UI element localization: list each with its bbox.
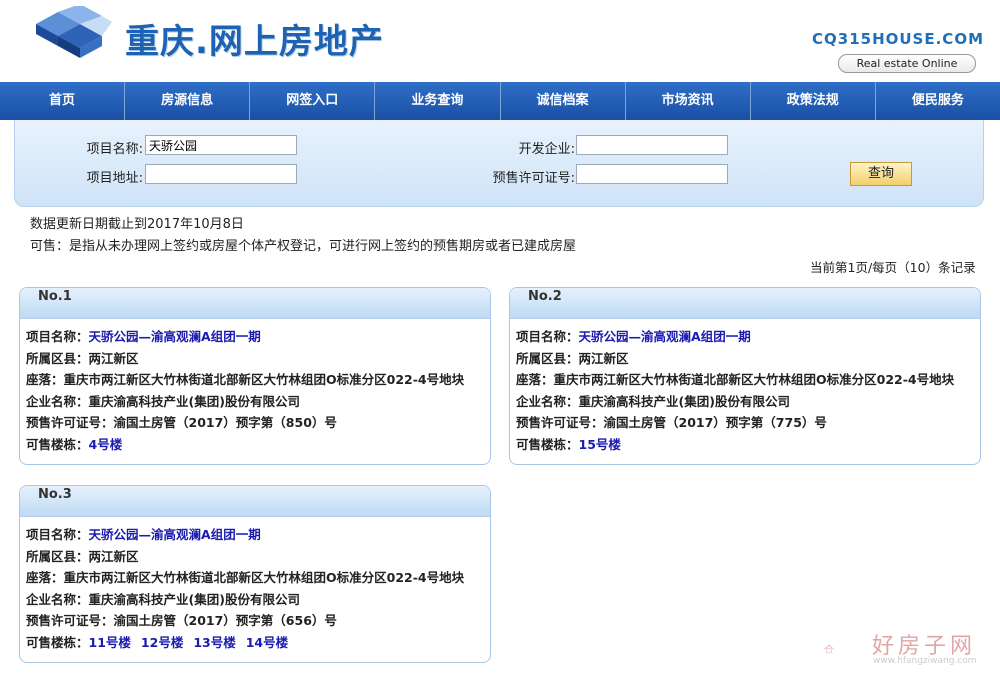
- district-value: 两江新区: [88, 351, 139, 366]
- permit-row: 预售许可证号：渝国土房管（2017）预字第（775）号: [516, 412, 827, 431]
- district-label: 所属区县：: [26, 549, 89, 564]
- nav-credit-records[interactable]: 诚信档案: [501, 82, 626, 120]
- permit-label: 预售许可证号：: [26, 613, 114, 628]
- company-row: 企业名称：重庆渝高科技产业(集团)股份有限公司: [26, 589, 300, 608]
- company-value: 重庆渝高科技产业(集团)股份有限公司: [88, 394, 300, 409]
- company-value: 重庆渝高科技产业(集团)股份有限公司: [88, 592, 300, 607]
- buildings-label: 可售楼栋：: [26, 437, 89, 452]
- district-label: 所属区县：: [26, 351, 89, 366]
- available-definition-text: 可售：是指从未办理网上签约或房屋个体产权登记，可进行网上签约的预售期房或者已建成…: [30, 239, 577, 254]
- project-link[interactable]: 天骄公园—渝高观澜A组团一期: [89, 527, 261, 542]
- main-nav: 首页 房源信息 网签入口 业务查询 诚信档案 市场资讯 政策法规 便民服务: [0, 82, 1000, 120]
- project-label: 项目名称：: [516, 329, 579, 344]
- project-name-label: 项目名称:: [86, 142, 143, 157]
- company-label: 企业名称：: [516, 394, 579, 409]
- project-address-input[interactable]: [145, 164, 297, 184]
- card-header: [510, 288, 980, 319]
- permit-label: 预售许可证号：: [26, 415, 114, 430]
- result-number: No.3: [38, 487, 72, 502]
- location-value: 重庆市两江新区大竹林街道北部新区大竹林组团O标准分区022-4号地块: [553, 372, 955, 387]
- permit-label: 预售许可证号：: [516, 415, 604, 430]
- house-watermark-icon: [823, 644, 835, 654]
- building-link[interactable]: 11号楼: [89, 635, 131, 650]
- buildings-row: 可售楼栋：4号楼: [26, 434, 132, 453]
- district-row: 所属区县：两江新区: [26, 546, 139, 565]
- result-card: No.1 项目名称：天骄公园—渝高观澜A组团一期 所属区县：两江新区 座落：重庆…: [19, 287, 491, 465]
- project-link[interactable]: 天骄公园—渝高观澜A组团一期: [579, 329, 751, 344]
- result-number: No.2: [528, 289, 562, 304]
- site-tagline: Real estate Online: [838, 54, 976, 73]
- location-row: 座落：重庆市两江新区大竹林街道北部新区大竹林组团O标准分区022-4号地块: [26, 567, 464, 586]
- company-row: 企业名称：重庆渝高科技产业(集团)股份有限公司: [516, 391, 790, 410]
- logo-cubes-icon[interactable]: [28, 6, 114, 64]
- location-label: 座落：: [26, 570, 64, 585]
- project-row: 项目名称：天骄公园—渝高观澜A组团一期: [516, 326, 751, 345]
- result-card: No.3 项目名称：天骄公园—渝高观澜A组团一期 所属区县：两江新区 座落：重庆…: [19, 485, 491, 663]
- nav-market-news[interactable]: 市场资讯: [626, 82, 751, 120]
- nav-services[interactable]: 便民服务: [876, 82, 1000, 120]
- building-link[interactable]: 12号楼: [141, 635, 183, 650]
- site-domain: CQ315HOUSE.COM: [812, 30, 984, 48]
- project-label: 项目名称：: [26, 329, 89, 344]
- company-value: 重庆渝高科技产业(集团)股份有限公司: [578, 394, 790, 409]
- location-label: 座落：: [516, 372, 554, 387]
- location-label: 座落：: [26, 372, 64, 387]
- project-row: 项目名称：天骄公园—渝高观澜A组团一期: [26, 524, 261, 543]
- building-link[interactable]: 14号楼: [246, 635, 288, 650]
- location-value: 重庆市两江新区大竹林街道北部新区大竹林组团O标准分区022-4号地块: [63, 372, 465, 387]
- project-link[interactable]: 天骄公园—渝高观澜A组团一期: [89, 329, 261, 344]
- watermark-url: www.hfangziwang.com: [873, 656, 977, 666]
- query-button[interactable]: 查询: [850, 162, 912, 186]
- card-header: [20, 486, 490, 517]
- building-link[interactable]: 13号楼: [193, 635, 235, 650]
- nav-business-query[interactable]: 业务查询: [375, 82, 501, 120]
- paging-info: 当前第1页/每页（10）条记录: [810, 260, 976, 275]
- developer-input[interactable]: [576, 135, 728, 155]
- permit-value: 渝国土房管（2017）预字第（775）号: [603, 415, 827, 430]
- result-card: No.2 项目名称：天骄公园—渝高观澜A组团一期 所属区县：两江新区 座落：重庆…: [509, 287, 981, 465]
- permit-value: 渝国土房管（2017）预字第（656）号: [113, 613, 337, 628]
- search-panel: 项目名称: 项目地址: 开发企业: 预售许可证号: 查询: [14, 120, 984, 207]
- buildings-row: 可售楼栋：15号楼: [516, 434, 631, 453]
- buildings-row: 可售楼栋：11号楼 12号楼 13号楼 14号楼: [26, 632, 298, 651]
- district-label: 所属区县：: [516, 351, 579, 366]
- buildings-label: 可售楼栋：: [516, 437, 579, 452]
- location-row: 座落：重庆市两江新区大竹林街道北部新区大竹林组团O标准分区022-4号地块: [516, 369, 954, 388]
- district-value: 两江新区: [88, 549, 139, 564]
- buildings-label: 可售楼栋：: [26, 635, 89, 650]
- building-link[interactable]: 4号楼: [89, 437, 123, 452]
- building-link[interactable]: 15号楼: [579, 437, 621, 452]
- company-row: 企业名称：重庆渝高科技产业(集团)股份有限公司: [26, 391, 300, 410]
- location-value: 重庆市两江新区大竹林街道北部新区大竹林组团O标准分区022-4号地块: [63, 570, 465, 585]
- permit-input[interactable]: [576, 164, 728, 184]
- update-date-text: 数据更新日期截止到2017年10月8日: [30, 217, 244, 232]
- district-row: 所属区县：两江新区: [516, 348, 629, 367]
- developer-label: 开发企业:: [518, 142, 575, 157]
- site-logo-text[interactable]: 重庆.网上房地产: [125, 14, 384, 63]
- card-header: [20, 288, 490, 319]
- nav-home[interactable]: 首页: [0, 82, 126, 120]
- district-row: 所属区县：两江新区: [26, 348, 139, 367]
- project-address-label: 项目地址:: [86, 171, 143, 186]
- location-row: 座落：重庆市两江新区大竹林街道北部新区大竹林组团O标准分区022-4号地块: [26, 369, 464, 388]
- result-number: No.1: [38, 289, 72, 304]
- project-label: 项目名称：: [26, 527, 89, 542]
- project-name-input[interactable]: [145, 135, 297, 155]
- company-label: 企业名称：: [26, 394, 89, 409]
- permit-row: 预售许可证号：渝国土房管（2017）预字第（656）号: [26, 610, 337, 629]
- nav-contract-entry[interactable]: 网签入口: [250, 82, 376, 120]
- company-label: 企业名称：: [26, 592, 89, 607]
- permit-value: 渝国土房管（2017）预字第（850）号: [113, 415, 337, 430]
- site-header: 重庆.网上房地产 CQ315HOUSE.COM Real estate Onli…: [0, 0, 1000, 82]
- district-value: 两江新区: [578, 351, 629, 366]
- permit-row: 预售许可证号：渝国土房管（2017）预字第（850）号: [26, 412, 337, 431]
- permit-label: 预售许可证号:: [492, 171, 575, 186]
- project-row: 项目名称：天骄公园—渝高观澜A组团一期: [26, 326, 261, 345]
- nav-listings[interactable]: 房源信息: [125, 82, 251, 120]
- nav-policies[interactable]: 政策法规: [751, 82, 876, 120]
